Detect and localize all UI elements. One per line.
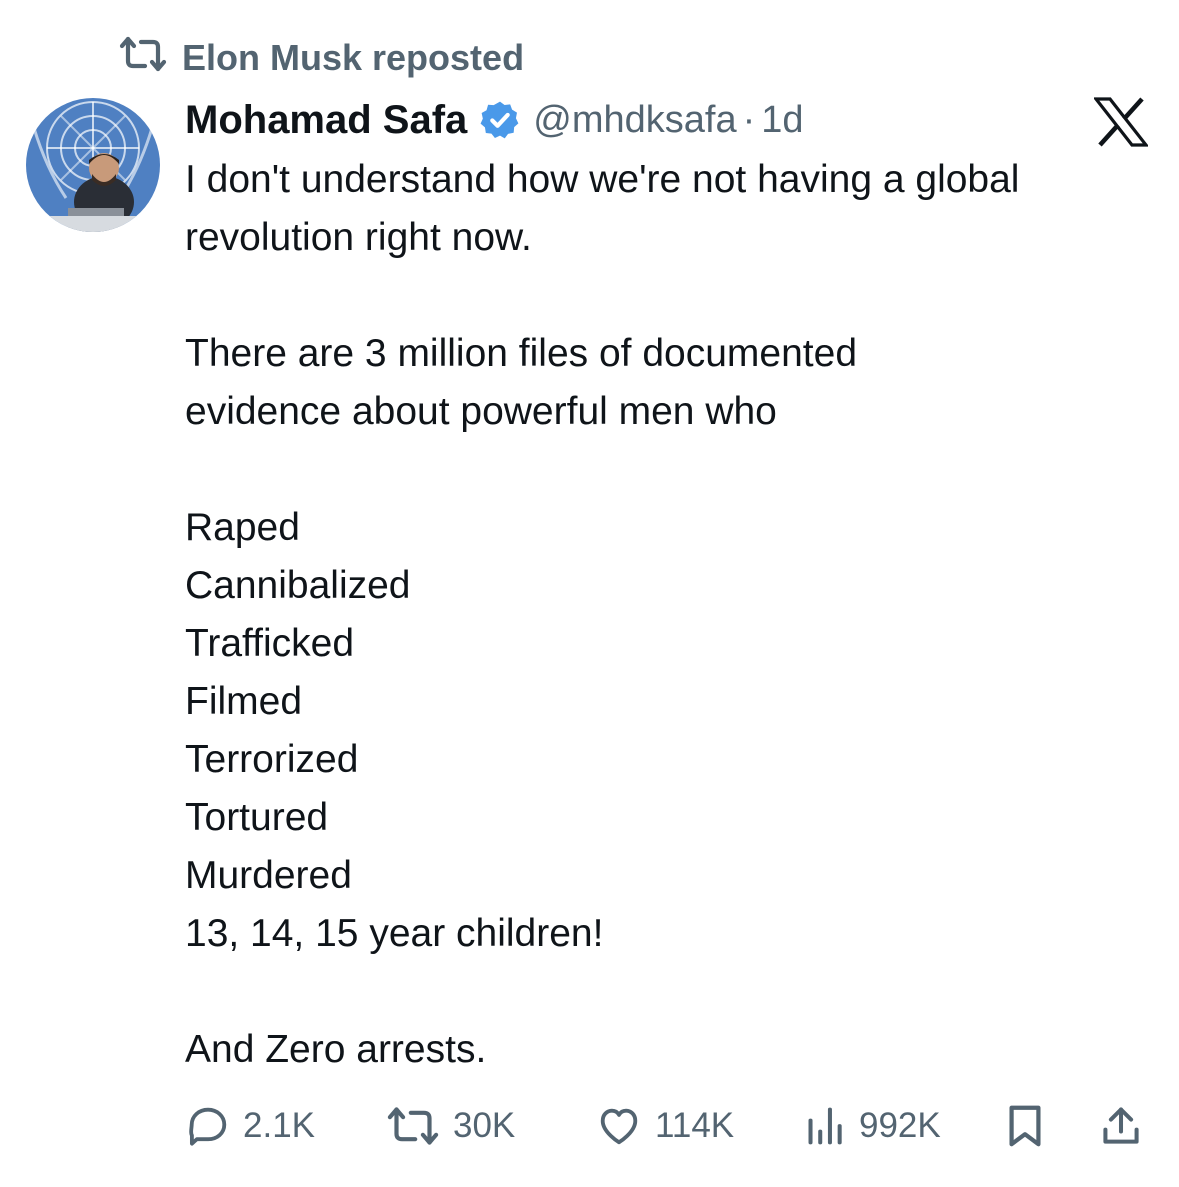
action-bar: 2.1K 30K 114K 992K (185, 1098, 1155, 1154)
reply-button[interactable]: 2.1K (185, 1098, 315, 1154)
tweet-line: evidence about powerful men who (185, 390, 777, 433)
bookmark-icon (1005, 1103, 1045, 1149)
tweet-text: I don't understand how we're not having … (185, 151, 1165, 1079)
tweet-line: Murdered (185, 854, 352, 897)
post-time[interactable]: 1d (761, 99, 803, 142)
repost-context[interactable]: Elon Musk reposted (118, 36, 524, 80)
repost-icon (118, 34, 168, 83)
tweet-line: Trafficked (185, 622, 355, 665)
share-icon (1099, 1103, 1143, 1149)
views-icon (803, 1104, 847, 1148)
tweet-blank-line (185, 441, 1165, 499)
views-button[interactable]: 992K (803, 1098, 941, 1154)
tweet-line: Terrorized (185, 738, 359, 781)
tweet-line: 13, 14, 15 year children! (185, 912, 604, 955)
tweet-line: Filmed (185, 680, 303, 723)
author-handle[interactable]: @mhdksafa (533, 99, 736, 142)
share-button[interactable] (1099, 1098, 1143, 1154)
tweet-line: Cannibalized (185, 564, 411, 607)
tweet-blank-line (185, 963, 1165, 1021)
tweet-line: Tortured (185, 796, 329, 839)
like-count: 114K (655, 1106, 735, 1145)
tweet-line: revolution right now. (185, 216, 532, 259)
tweet-line: There are 3 million files of documented (185, 332, 858, 375)
reply-icon (185, 1103, 231, 1149)
repost-count: 30K (453, 1106, 516, 1145)
tweet-header: Mohamad Safa @mhdksafa · 1d (185, 92, 804, 148)
views-count: 992K (859, 1106, 941, 1145)
like-button[interactable]: 114K (595, 1098, 734, 1154)
avatar[interactable] (26, 98, 160, 232)
repost-button[interactable]: 30K (385, 1098, 515, 1154)
verified-badge-icon[interactable] (479, 99, 521, 141)
repost-icon (385, 1104, 441, 1148)
profile-photo (26, 98, 160, 232)
x-logo-icon (1094, 97, 1148, 147)
tweet-line: I don't understand how we're not having … (185, 158, 1020, 201)
tweet-line: Raped (185, 506, 300, 549)
repost-context-text: Elon Musk reposted (182, 37, 525, 78)
tweet-blank-line (185, 267, 1165, 325)
tweet-line: And Zero arrests. (185, 1028, 487, 1071)
separator-dot: · (742, 98, 756, 141)
reply-count: 2.1K (243, 1106, 315, 1145)
author-name[interactable]: Mohamad Safa (185, 98, 467, 143)
bookmark-button[interactable] (1005, 1098, 1045, 1154)
like-icon (595, 1103, 643, 1149)
